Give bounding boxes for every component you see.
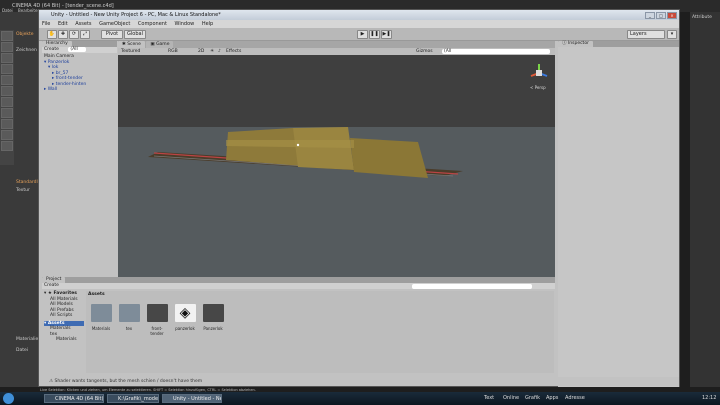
scene-orientation-gizmo[interactable] bbox=[528, 62, 550, 84]
scene-geometry bbox=[148, 127, 463, 178]
inspector-tab-header: ⓘ Inspector bbox=[558, 41, 679, 47]
move-tool-button[interactable]: ✚ bbox=[58, 30, 68, 39]
scene-view[interactable]: Textured RGB 2D ☀ ♪ Effects Gizmos (All bbox=[118, 48, 555, 284]
project-panel: Project Create ▾ ★ Favorites All Materia… bbox=[42, 277, 555, 377]
menu-window[interactable]: Window bbox=[175, 20, 195, 28]
unity-logo-icon: ◈ bbox=[174, 304, 196, 322]
pause-button[interactable]: ❚❚ bbox=[369, 30, 380, 39]
persp-label: < Persp bbox=[530, 85, 546, 90]
windows-taskbar: CINEMA 4D (64 Bit) - ... K:\Grafik\_mode… bbox=[0, 392, 720, 405]
c4d-tool-icon[interactable] bbox=[1, 42, 13, 52]
c4d-tool-icon[interactable] bbox=[1, 141, 13, 151]
c4d-tool-icon[interactable] bbox=[1, 130, 13, 140]
project-search-input[interactable] bbox=[412, 283, 532, 289]
taskbar-item-explorer[interactable]: K:\Grafik\_modelling\... bbox=[107, 394, 159, 403]
layers-dropdown[interactable]: Layers bbox=[627, 30, 665, 39]
taskbar-item-unity[interactable]: Unity - Untitled - Ne... bbox=[162, 394, 222, 403]
c4d-tool-icon[interactable] bbox=[1, 31, 13, 41]
c4d-label-texture[interactable]: Textur bbox=[16, 188, 30, 193]
favorite-item[interactable]: All Scripts bbox=[44, 313, 84, 319]
unity-title-bar: Unity - Untitled - New Unity Project 6 -… bbox=[39, 10, 679, 20]
project-breadcrumb[interactable]: Assets bbox=[88, 292, 105, 297]
minimize-button[interactable]: _ bbox=[645, 12, 655, 19]
start-button[interactable] bbox=[3, 393, 14, 404]
project-folder-tree: ▾ ★ Favorites All Materials All Models A… bbox=[44, 291, 84, 343]
tab-scene[interactable]: ✱ Scene bbox=[118, 41, 145, 48]
project-create-button[interactable]: Create bbox=[44, 283, 59, 288]
unity-toolbar: ✋ ✚ ⟳ ⤢ Pivot Global ▶ ❚❚ ▶❚ Layers ▾ bbox=[39, 28, 679, 41]
tab-game[interactable]: ▣ Game bbox=[146, 41, 174, 48]
asset-folder-tex[interactable]: tex bbox=[118, 304, 140, 331]
menu-help[interactable]: Help bbox=[202, 20, 213, 28]
inspector-panel: ⓘ Inspector bbox=[558, 41, 679, 387]
asset-folder-item[interactable]: Materials bbox=[44, 337, 84, 343]
scale-tool-button[interactable]: ⤢ bbox=[80, 30, 90, 39]
hierarchy-panel: Hierarchy Create (All Main Camera ▾ Panz… bbox=[42, 41, 117, 274]
status-bar: ⚠ Shader wants tangents, but the mesh sc… bbox=[39, 377, 679, 386]
hierarchy-search-input[interactable]: (All bbox=[68, 47, 86, 52]
c4d-label-file[interactable]: Datei bbox=[16, 348, 28, 353]
c4d-tool-icon[interactable] bbox=[1, 97, 13, 107]
hierarchy-item-wall[interactable]: ▸ Wall bbox=[44, 87, 86, 93]
hierarchy-tree: Main Camera ▾ Panzerlok ▾ lok ▸ br_57 ▸ … bbox=[44, 54, 86, 93]
tray-address[interactable]: Adresse bbox=[565, 395, 585, 401]
c4d-tool-icon[interactable] bbox=[1, 86, 13, 96]
tray-apps[interactable]: Apps bbox=[546, 395, 558, 401]
c4d-right-panel: Attribute bbox=[690, 12, 720, 387]
c4d-label-draw[interactable]: Zeichnen bbox=[16, 48, 37, 53]
maximize-button[interactable]: □ bbox=[656, 12, 666, 19]
tray-grafik[interactable]: Grafik bbox=[525, 395, 540, 401]
pivot-toggle-button[interactable]: Pivot bbox=[101, 30, 123, 39]
status-message[interactable]: Shader wants tangents, but the mesh schi… bbox=[54, 379, 202, 384]
clock: 12:12 bbox=[702, 395, 717, 401]
tray-online[interactable]: Online bbox=[503, 395, 519, 401]
menu-gameobject[interactable]: GameObject bbox=[99, 20, 130, 28]
hand-tool-button[interactable]: ✋ bbox=[47, 30, 57, 39]
tender-body bbox=[350, 138, 428, 178]
asset-scene-panzerlok[interactable]: ◈ panzerlok bbox=[174, 304, 196, 331]
hierarchy-create-button[interactable]: Create bbox=[44, 47, 59, 52]
tab-inspector[interactable]: ⓘ Inspector bbox=[558, 41, 593, 47]
rotate-tool-button[interactable]: ⟳ bbox=[69, 30, 79, 39]
c4d-attributes-label: Attribute bbox=[692, 15, 712, 20]
c4d-tool-icon[interactable] bbox=[1, 119, 13, 129]
c4d-tool-icon[interactable] bbox=[1, 64, 13, 74]
asset-model-front-tender[interactable]: front-tender bbox=[146, 304, 168, 336]
warning-icon: ⚠ bbox=[49, 379, 54, 384]
asset-folder-materials[interactable]: Materials bbox=[90, 304, 112, 331]
project-asset-grid: Assets Materials tex front-tender ◈ panze… bbox=[86, 291, 554, 373]
play-button[interactable]: ▶ bbox=[357, 30, 368, 39]
global-toggle-button[interactable]: Global bbox=[124, 30, 146, 39]
unity-menu-bar: File Edit Assets GameObject Component Wi… bbox=[39, 20, 679, 28]
c4d-tool-icon[interactable] bbox=[1, 75, 13, 85]
unity-window: Unity - Untitled - New Unity Project 6 -… bbox=[38, 9, 680, 387]
desktop: CINEMA 4D (64 Bit) - [tender_scene.c4d] … bbox=[0, 0, 720, 405]
menu-file[interactable]: File bbox=[42, 20, 50, 28]
c4d-tool-icon[interactable] bbox=[1, 53, 13, 63]
tray-text[interactable]: Text bbox=[484, 395, 494, 401]
unity-window-title: Unity - Untitled - New Unity Project 6 -… bbox=[51, 12, 221, 18]
locomotive-cab bbox=[293, 127, 354, 170]
menu-component[interactable]: Component bbox=[138, 20, 167, 28]
c4d-label-objects[interactable]: Objekte bbox=[16, 32, 34, 37]
pivot-point bbox=[296, 143, 300, 147]
project-toolbar: Create bbox=[42, 283, 555, 289]
c4d-tool-palette bbox=[0, 30, 14, 165]
close-button[interactable]: × bbox=[667, 12, 677, 19]
hierarchy-toolbar: Create (All bbox=[42, 47, 117, 53]
layout-arrow[interactable]: ▾ bbox=[667, 30, 677, 39]
asset-model-panzerlok[interactable]: Panzerlok bbox=[202, 304, 224, 331]
step-button[interactable]: ▶❚ bbox=[381, 30, 392, 39]
taskbar-item-c4d[interactable]: CINEMA 4D (64 Bit) - ... bbox=[44, 394, 104, 403]
c4d-tool-icon[interactable] bbox=[1, 108, 13, 118]
menu-assets[interactable]: Assets bbox=[75, 20, 91, 28]
menu-edit[interactable]: Edit bbox=[58, 20, 68, 28]
